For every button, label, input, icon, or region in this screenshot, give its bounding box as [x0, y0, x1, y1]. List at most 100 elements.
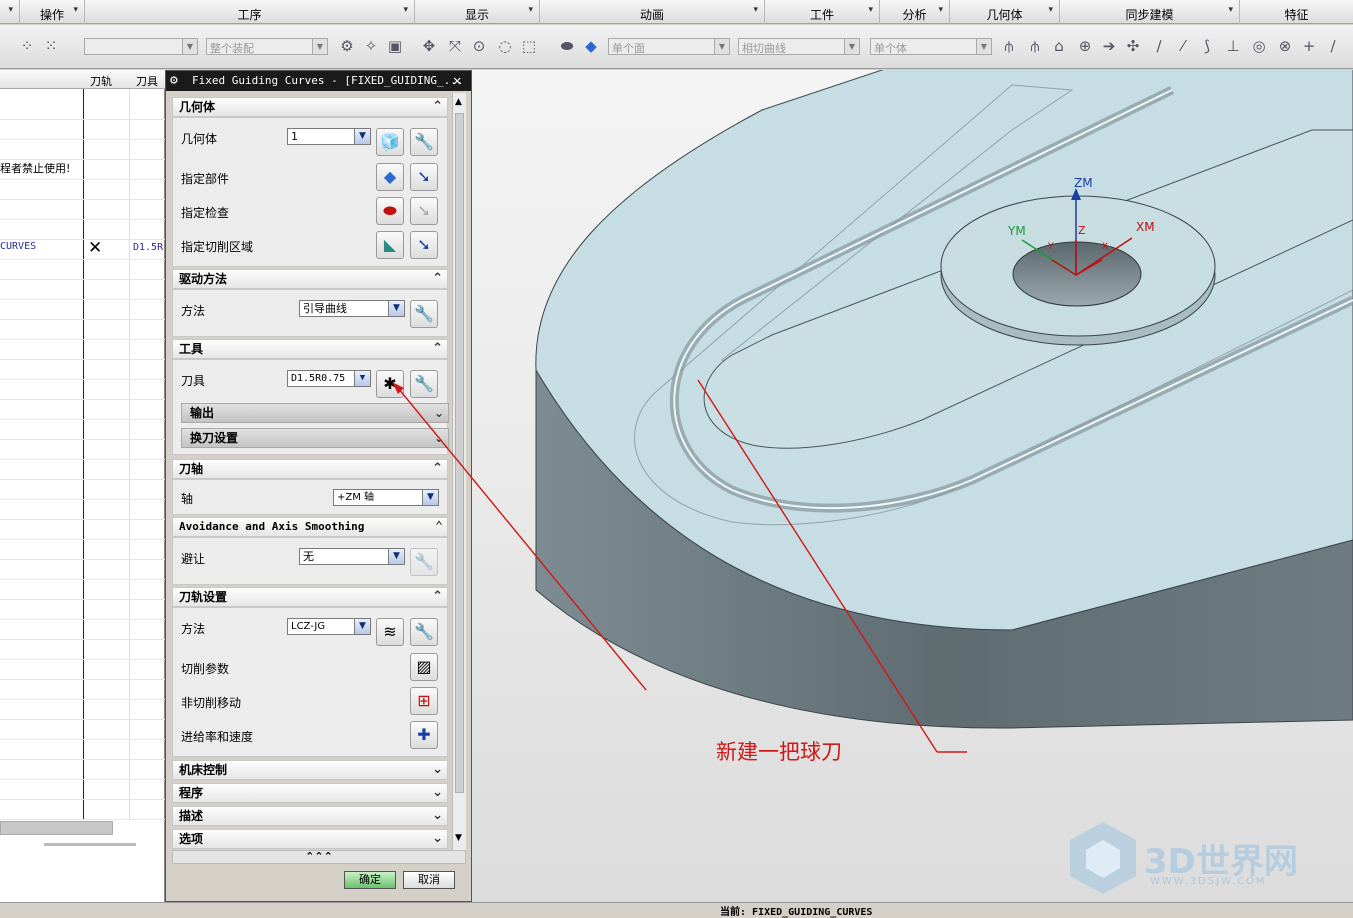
move-icon[interactable]: ✥ — [420, 37, 438, 55]
snap-existing-icon[interactable]: + — [1300, 37, 1318, 55]
navigator-row[interactable] — [0, 400, 165, 420]
new-geometry-button[interactable]: 🧊 — [376, 128, 404, 156]
snap-tangent-icon[interactable]: ⁄ — [1174, 37, 1192, 55]
snap-perp-icon[interactable]: ⊥ — [1224, 37, 1242, 55]
navigator-row[interactable] — [0, 640, 165, 660]
snap-center-icon[interactable]: ◎ — [1250, 37, 1268, 55]
body-rule-combo[interactable]: 单个体 ▼ — [870, 38, 992, 55]
selection-scope-combo[interactable]: 整个装配 ▼ — [206, 38, 328, 55]
tool-select[interactable]: D1.5R0.75 ▼ — [287, 370, 371, 387]
snap-move-icon[interactable]: ✣ — [1124, 37, 1142, 55]
navigator-row[interactable] — [0, 600, 165, 620]
ribbon-group-display[interactable]: 显示 ▾ — [415, 0, 540, 24]
curve-rule-combo[interactable]: 相切曲线 ▼ — [738, 38, 860, 55]
path-method-select[interactable]: LCZ-JG ▼ — [287, 618, 371, 635]
navigator-row[interactable] — [0, 340, 165, 360]
navigator-row[interactable] — [0, 700, 165, 720]
non-cut-moves-button[interactable]: ⊞ — [410, 687, 438, 715]
navigator-row[interactable] — [0, 260, 165, 280]
navigator-splitter[interactable] — [44, 843, 136, 846]
snap-intersect-icon[interactable]: ⊕ — [1076, 37, 1094, 55]
navigator-row[interactable] — [0, 740, 165, 760]
column-tool[interactable]: 刀具 — [136, 73, 158, 89]
display-check-button[interactable]: ➘ — [410, 197, 438, 225]
snap-icon[interactable]: ⚙ — [338, 37, 356, 55]
navigator-row[interactable] — [0, 320, 165, 340]
navigator-row[interactable] — [0, 300, 165, 320]
section-tool-header[interactable]: 工具 ⌃ — [172, 339, 448, 359]
navigator-row[interactable] — [0, 420, 165, 440]
ribbon-group-operations[interactable]: 操作 ▾ — [20, 0, 85, 24]
navigator-row[interactable] — [0, 100, 165, 120]
select-tool-icon[interactable]: ✧ — [362, 37, 380, 55]
specify-cut-area-button[interactable]: ◣ — [376, 231, 404, 259]
section-description-header[interactable]: 描述 ⌄ — [172, 806, 448, 826]
display-cut-area-button[interactable]: ➘ — [410, 231, 438, 259]
lasso-icon[interactable]: ◌ — [496, 37, 514, 55]
display-part-button[interactable]: ➘ — [410, 163, 438, 191]
navigator-row[interactable] — [0, 580, 165, 600]
select-rect-icon[interactable]: ▣ — [386, 37, 404, 55]
dialog-close-button[interactable]: ✕ — [453, 71, 461, 91]
navigator-row[interactable] — [0, 380, 165, 400]
navigator-row[interactable] — [0, 180, 165, 200]
drive-method-select[interactable]: 引导曲线 ▼ — [299, 300, 405, 317]
specify-part-button[interactable]: ◆ — [376, 163, 404, 191]
edit-geometry-button[interactable]: 🔧 — [410, 128, 438, 156]
snap-arrow-icon[interactable]: ➔ — [1100, 37, 1118, 55]
snap-curve-icon[interactable]: ⟆ — [1198, 37, 1216, 55]
navigator-row[interactable] — [0, 140, 165, 160]
navigator-row[interactable] — [0, 280, 165, 300]
ok-button[interactable]: 确定 — [344, 871, 396, 889]
cancel-button[interactable]: 取消 — [403, 871, 455, 889]
navigator-row[interactable] — [0, 720, 165, 740]
navigator-row[interactable] — [0, 540, 165, 560]
snap-line-icon[interactable]: ∕ — [1150, 37, 1168, 55]
ribbon-group-workpiece[interactable]: 工件 ▾ — [765, 0, 880, 24]
face-rule-combo[interactable]: 单个面 ▼ — [608, 38, 730, 55]
section-drive-header[interactable]: 驱动方法 ⌃ — [172, 269, 448, 289]
scroll-down-icon[interactable]: ▼ — [455, 833, 462, 843]
settings-icon[interactable]: ⚙ — [170, 71, 178, 91]
operation-name[interactable]: CURVES — [0, 241, 36, 252]
section-options-header[interactable]: 选项 ⌄ — [172, 829, 448, 849]
ribbon-group-analysis[interactable]: 分析 ▾ — [880, 0, 950, 24]
shade-icon[interactable]: ⬬ — [558, 37, 576, 55]
snap-quadrant-icon[interactable]: ⊗ — [1276, 37, 1294, 55]
ribbon-group-animation[interactable]: 动画 ▾ — [540, 0, 765, 24]
navigator-row[interactable] — [0, 520, 165, 540]
navigator-row[interactable] — [0, 780, 165, 800]
geometry-select[interactable]: 1 ▼ — [287, 128, 371, 145]
navigator-row[interactable] — [0, 620, 165, 640]
feeds-speeds-button[interactable]: ✚ — [410, 721, 438, 749]
assembly-filter-icon[interactable]: ⁙ — [42, 37, 60, 55]
navigator-row[interactable] — [0, 680, 165, 700]
navigator-row[interactable] — [0, 480, 165, 500]
specify-check-button[interactable]: ⬬ — [376, 197, 404, 225]
cube-icon[interactable]: ◆ — [582, 37, 600, 55]
more-options-toggle[interactable]: ⌃⌃⌃ — [172, 850, 466, 864]
section-program-header[interactable]: 程序 ⌄ — [172, 783, 448, 803]
ribbon-group-left-dropdown[interactable]: ▾ — [0, 0, 20, 24]
ribbon-group-geometry[interactable]: 几何体 ▾ — [950, 0, 1060, 24]
snap-control-icon[interactable]: ⌂ — [1050, 37, 1068, 55]
navigator-row[interactable] — [0, 440, 165, 460]
type-filter-combo[interactable]: ▼ — [84, 38, 198, 55]
navigator-hscrollbar[interactable] — [0, 821, 113, 835]
scroll-up-icon[interactable]: ▲ — [455, 97, 462, 107]
section-machine-control-header[interactable]: 机床控制 ⌄ — [172, 760, 448, 780]
target-icon[interactable]: ⊙ — [470, 37, 488, 55]
section-geometry-header[interactable]: 几何体 ⌃ — [172, 97, 448, 117]
navigator-row[interactable] — [0, 360, 165, 380]
navigator-row[interactable] — [0, 120, 165, 140]
column-toolpath[interactable]: 刀轨 — [90, 73, 112, 89]
navigator-row[interactable] — [0, 560, 165, 580]
navigator-row[interactable] — [0, 500, 165, 520]
navigator-row[interactable] — [0, 800, 165, 820]
navigator-row[interactable] — [0, 200, 165, 220]
snap-end-icon[interactable]: ⫛ — [1000, 37, 1018, 55]
navigator-row[interactable] — [0, 760, 165, 780]
navigator-row[interactable] — [0, 220, 165, 240]
ribbon-group-feature[interactable]: 特征 — [1240, 0, 1353, 24]
box-select-icon[interactable]: ⬚ — [520, 37, 538, 55]
